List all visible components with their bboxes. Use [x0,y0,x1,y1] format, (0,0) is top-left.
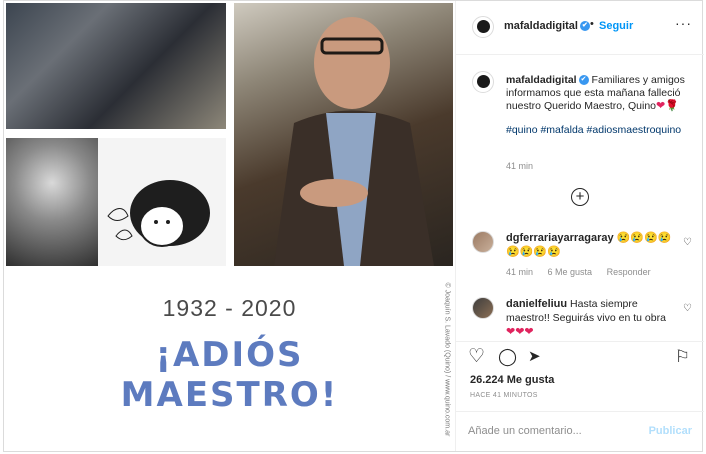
caption-hashtags[interactable]: #quino #mafalda #adiosmaestroquino [506,124,694,137]
photo-quino-portrait [234,3,453,266]
caption-time: 41 min [506,161,534,171]
comment-username[interactable]: dgferrariayarragaray [506,232,614,244]
image-credit: © Joaquín S. Lavado (Quino) / www.quino.… [440,283,452,448]
follow-button[interactable]: Seguir [599,20,633,32]
like-heart-icon[interactable]: ♡ [468,347,485,366]
load-more-comments-icon[interactable]: + [571,188,589,206]
comment-likes[interactable]: 6 Me gusta [548,267,593,277]
publish-button[interactable]: Publicar [649,425,692,437]
image-credit-text: © Joaquín S. Lavado (Quino) / www.quino.… [443,282,451,437]
photo-quino-drawing-mafalda [6,138,226,266]
comment-avatar[interactable] [472,297,494,319]
post-actions: ♡ ◯ ➤ ⚐ 26.224 Me gusta HACE 41 MINUTOS [456,341,704,421]
account-avatar[interactable] [472,16,494,38]
more-options-icon[interactable]: ··· [675,15,692,31]
photo-bw-portrait [6,138,98,266]
post-header: mafaldadigital ✔ • Seguir ··· [456,1,704,55]
post-dialog: 1932 - 2020 ¡ADIÓS MAESTRO! © Joaquín S.… [3,0,704,452]
likes-count[interactable]: 26.224 Me gusta [470,374,554,386]
post-side-panel: mafaldadigital ✔ • Seguir ··· mafaldadigi… [455,1,704,451]
header-separator: • [590,18,594,30]
posted-time: HACE 41 MINUTOS [470,392,538,399]
comment-username[interactable]: danielfeliuu [506,298,567,310]
caption-emojis: ❤🌹 [656,100,679,112]
comment-like-icon[interactable]: ♡ [683,303,692,314]
comment-avatar[interactable] [472,231,494,253]
share-send-icon[interactable]: ➤ [528,348,541,366]
caption-avatar[interactable] [472,71,494,93]
years-text: 1932 - 2020 [162,295,297,321]
reply-button[interactable]: Responder [607,267,651,277]
comment-input[interactable] [468,422,638,440]
portrait-figure [274,17,434,266]
caption-username[interactable]: mafaldadigital [506,74,577,86]
comment-body: dgferrariayarragaray 😢😢😢😢😢😢😢😢 [506,231,674,259]
comment-like-icon[interactable]: ♡ [683,237,692,248]
farewell-title-line2: MAESTRO! [120,375,339,415]
header-username[interactable]: mafaldadigital [504,20,578,32]
header-username-row: mafaldadigital ✔ [504,20,590,32]
comment-bubble-icon[interactable]: ◯ [498,348,517,366]
caption-verified-badge-icon: ✔ [578,75,589,86]
post-image[interactable]: 1932 - 2020 ¡ADIÓS MAESTRO! © Joaquín S.… [4,1,455,451]
caption-body: mafaldadigital ✔ Familiares y amigos info… [506,74,694,113]
save-bookmark-icon[interactable]: ⚐ [675,348,690,366]
comment-time: 41 min [506,267,534,277]
mafalda-drawing [107,180,210,247]
photo-quino-with-mafalda-statue [6,3,226,129]
verified-badge-icon: ✔ [579,21,590,32]
add-comment-bar: Publicar [456,411,704,451]
comment-meta: 41 min 6 Me gusta Responder [506,267,663,277]
comment-hearts: ❤❤❤ [506,326,534,338]
comment-body: danielfeliuu Hasta siempre maestro!! Seg… [506,297,674,339]
farewell-title-line1: ¡ADIÓS [155,335,304,375]
